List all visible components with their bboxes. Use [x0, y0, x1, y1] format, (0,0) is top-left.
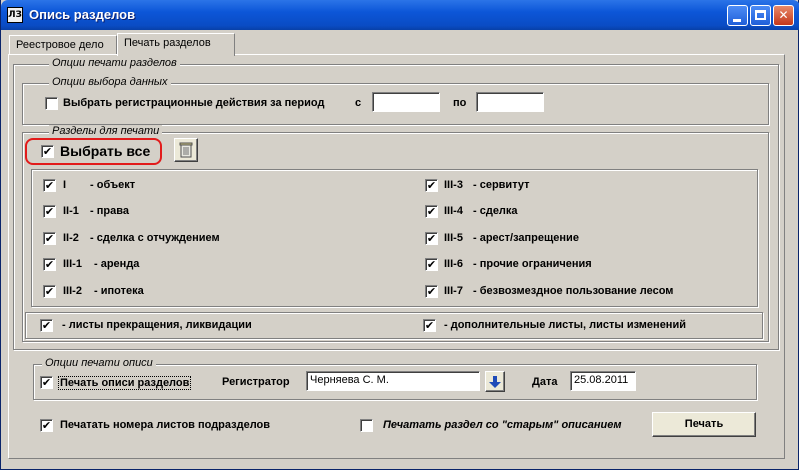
tab-print-sections[interactable]: Печать разделов: [117, 33, 235, 56]
period-from-input[interactable]: [372, 92, 440, 112]
arrow-down-icon: [489, 376, 501, 388]
section-name-III-4: - сделка: [473, 205, 518, 217]
section-checkbox-III-6[interactable]: ✔: [425, 258, 438, 271]
section-name-III-6: - прочие ограничения: [473, 258, 592, 270]
termination-sheets-checkbox[interactable]: ✔: [40, 319, 53, 332]
period-checkbox-label: Выбрать регистрационные действия за пери…: [63, 97, 325, 109]
print-sections-panel: Опции печати разделов Опции выбора данны…: [8, 54, 785, 459]
section-checkbox-III-4[interactable]: ✔: [425, 205, 438, 218]
close-button[interactable]: ✕: [773, 5, 794, 26]
section-code-III-6: III-6: [444, 258, 463, 270]
section-code-III-1: III-1: [63, 258, 82, 270]
minimize-icon: [733, 19, 741, 22]
old-description-checkbox[interactable]: [360, 419, 373, 432]
data-selection-group: Опции выбора данных Выбрать регистрацион…: [22, 76, 769, 125]
section-checkbox-III-2[interactable]: ✔: [43, 285, 56, 298]
print-options-group: Опции печати разделов Опции выбора данны…: [13, 57, 779, 350]
clear-selection-button[interactable]: [174, 138, 198, 162]
section-checkbox-III-7[interactable]: ✔: [425, 285, 438, 298]
registrar-label: Регистратор: [222, 376, 290, 388]
old-description-label: Печатать раздел со "старым" описанием: [383, 419, 622, 431]
section-code-I: I: [63, 179, 67, 191]
registrar-input[interactable]: Черняева С. М.: [306, 371, 480, 391]
print-button[interactable]: Печать: [652, 412, 756, 437]
section-checkbox-III-3[interactable]: ✔: [425, 179, 438, 192]
section-name-III-1: - аренда: [94, 258, 140, 270]
maximize-button[interactable]: [750, 5, 771, 26]
highlight-oval: [25, 138, 162, 165]
sections-list-frame: ✔ I - объект ✔ II-1 - права ✔ II-2 - сде…: [31, 169, 758, 307]
date-label: Дата: [532, 376, 558, 388]
sections-legend: Разделы для печати: [49, 125, 163, 137]
close-icon: ✕: [778, 8, 789, 22]
section-checkbox-I[interactable]: ✔: [43, 179, 56, 192]
inventory-options-group: Опции печати описи ✔ Печать описи раздел…: [33, 357, 757, 400]
inventory-options-legend: Опции печати описи: [42, 357, 156, 369]
section-code-III-3: III-3: [444, 179, 463, 191]
section-code-III-7: III-7: [444, 285, 463, 297]
termination-sheets-label: - листы прекращения, ликвидации: [62, 319, 252, 331]
section-code-III-2: III-2: [63, 285, 82, 297]
app-icon: ЛЗ: [7, 7, 23, 23]
section-name-III-3: - сервитут: [473, 179, 530, 191]
section-checkbox-II-1[interactable]: ✔: [43, 205, 56, 218]
print-inventory-checkbox[interactable]: ✔: [40, 376, 53, 389]
section-name-III-5: - арест/запрещение: [473, 232, 579, 244]
tab-registry-case[interactable]: Реестровое дело: [9, 35, 117, 55]
print-numbers-label: Печатать номера листов подразделов: [60, 419, 271, 431]
section-name-III-2: - ипотека: [94, 285, 144, 297]
section-name-II-2: - сделка с отчуждением: [90, 232, 220, 244]
section-code-II-2: II-2: [63, 232, 79, 244]
registrar-dropdown-button[interactable]: [485, 371, 505, 392]
from-label: с: [355, 97, 362, 109]
section-name-III-7: - безвозмездное пользование лесом: [473, 285, 674, 297]
section-name-I: - объект: [90, 179, 136, 191]
print-numbers-checkbox[interactable]: ✔: [40, 419, 53, 432]
additional-sheets-checkbox[interactable]: ✔: [423, 319, 436, 332]
minimize-button[interactable]: [727, 5, 748, 26]
trash-icon: [179, 142, 193, 158]
data-selection-legend: Опции выбора данных: [49, 76, 171, 88]
main-window: ЛЗ Опись разделов ✕ Реестровое дело Печа…: [0, 0, 799, 470]
section-code-III-5: III-5: [444, 232, 463, 244]
section-name-II-1: - права: [90, 205, 129, 217]
window-title: Опись разделов: [29, 7, 136, 22]
print-inventory-label: Печать описи разделов: [58, 376, 192, 390]
section-code-II-1: II-1: [63, 205, 79, 217]
section-code-III-4: III-4: [444, 205, 463, 217]
additional-sheets-label: - дополнительные листы, листы изменений: [444, 319, 686, 331]
period-checkbox[interactable]: [45, 97, 58, 110]
section-checkbox-III-1[interactable]: ✔: [43, 258, 56, 271]
title-bar[interactable]: ЛЗ Опись разделов ✕: [1, 0, 799, 30]
section-checkbox-III-5[interactable]: ✔: [425, 232, 438, 245]
date-input[interactable]: 25.08.2011: [570, 371, 636, 391]
to-label: по: [453, 97, 467, 109]
extra-sheets-frame: ✔ - листы прекращения, ликвидации ✔ - до…: [25, 312, 763, 339]
print-options-legend: Опции печати разделов: [49, 57, 180, 69]
section-checkbox-II-2[interactable]: ✔: [43, 232, 56, 245]
maximize-icon: [755, 10, 766, 20]
period-to-input[interactable]: [476, 92, 544, 112]
